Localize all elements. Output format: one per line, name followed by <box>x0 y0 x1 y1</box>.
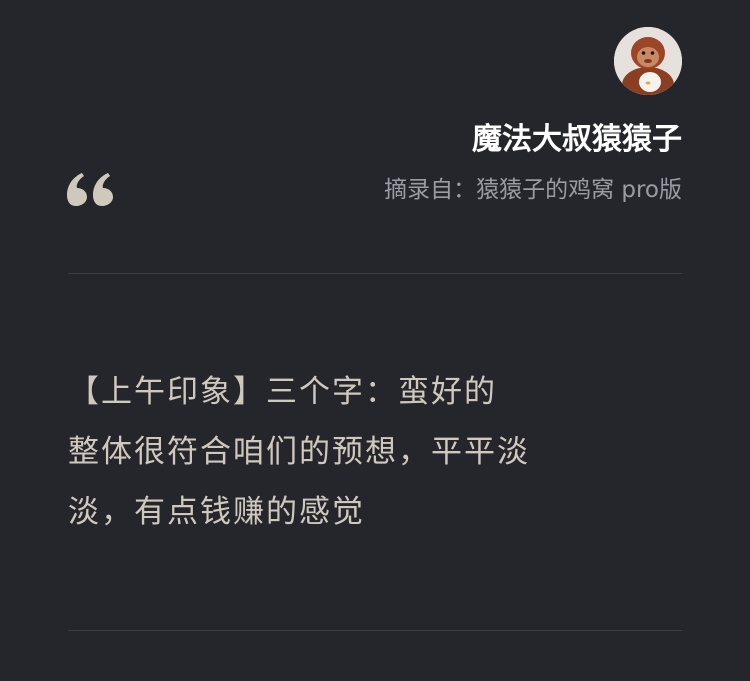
source-attribution: 摘录自：猿猿子的鸡窝 pro版 <box>384 172 682 208</box>
author-name[interactable]: 魔法大叔猿猿子 <box>472 120 682 160</box>
avatar[interactable] <box>614 27 682 95</box>
quote-mark-icon <box>66 168 116 208</box>
excerpt-line: 整体很符合咱们的预想，平平淡 <box>68 434 530 470</box>
bottom-divider <box>68 630 682 631</box>
excerpt-line: 淡，有点钱赚的感觉 <box>68 494 365 530</box>
source-label: 摘录自： <box>384 177 477 203</box>
excerpt-line: 【上午印象】三个字：蛮好的 <box>68 374 497 410</box>
source-title[interactable]: 猿猿子的鸡窝 pro版 <box>476 177 682 203</box>
excerpt-card: 魔法大叔猿猿子 摘录自：猿猿子的鸡窝 pro版 【上午印象】三个字：蛮好的 整体… <box>0 0 750 681</box>
excerpt-text[interactable]: 【上午印象】三个字：蛮好的 整体很符合咱们的预想，平平淡 淡，有点钱赚的感觉 <box>68 362 688 542</box>
top-divider <box>68 273 682 274</box>
orangutan-avatar-icon <box>614 27 682 95</box>
